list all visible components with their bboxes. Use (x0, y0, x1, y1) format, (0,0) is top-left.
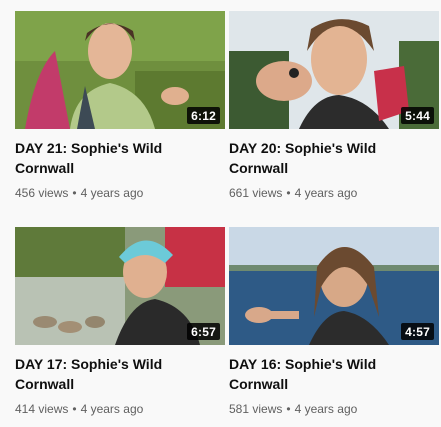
duration-badge: 5:44 (401, 107, 434, 124)
separator-dot: • (72, 186, 77, 200)
video-title[interactable]: DAY 17: Sophie's Wild Cornwall (15, 354, 215, 394)
video-metadata: 414 views • 4 years ago (15, 401, 225, 417)
video-thumbnail[interactable]: 6:57 (15, 227, 225, 345)
upload-age: 4 years ago (80, 402, 144, 416)
video-thumbnail[interactable]: 5:44 (229, 11, 439, 129)
duration-badge: 6:12 (187, 107, 220, 124)
video-thumbnail[interactable]: 4:57 (229, 227, 439, 345)
video-metadata: 581 views • 4 years ago (229, 401, 439, 417)
video-card[interactable]: 6:57 DAY 17: Sophie's Wild Cornwall 414 … (15, 227, 225, 417)
duration-badge: 6:57 (187, 323, 220, 340)
view-count: 414 views (15, 402, 69, 416)
video-card[interactable]: 6:12 DAY 21: Sophie's Wild Cornwall 456 … (15, 11, 225, 201)
upload-age: 4 years ago (80, 186, 144, 200)
video-title[interactable]: DAY 20: Sophie's Wild Cornwall (229, 138, 429, 178)
video-title[interactable]: DAY 21: Sophie's Wild Cornwall (15, 138, 215, 178)
separator-dot: • (286, 186, 291, 200)
duration-badge: 4:57 (401, 323, 434, 340)
video-card[interactable]: 4:57 DAY 16: Sophie's Wild Cornwall 581 … (229, 227, 439, 417)
view-count: 456 views (15, 186, 69, 200)
view-count: 661 views (229, 186, 283, 200)
video-card[interactable]: 5:44 DAY 20: Sophie's Wild Cornwall 661 … (229, 11, 439, 201)
video-thumbnail[interactable]: 6:12 (15, 11, 225, 129)
video-metadata: 661 views • 4 years ago (229, 185, 439, 201)
separator-dot: • (72, 402, 77, 416)
video-title[interactable]: DAY 16: Sophie's Wild Cornwall (229, 354, 429, 394)
video-metadata: 456 views • 4 years ago (15, 185, 225, 201)
upload-age: 4 years ago (294, 186, 358, 200)
upload-age: 4 years ago (294, 402, 358, 416)
separator-dot: • (286, 402, 291, 416)
view-count: 581 views (229, 402, 283, 416)
